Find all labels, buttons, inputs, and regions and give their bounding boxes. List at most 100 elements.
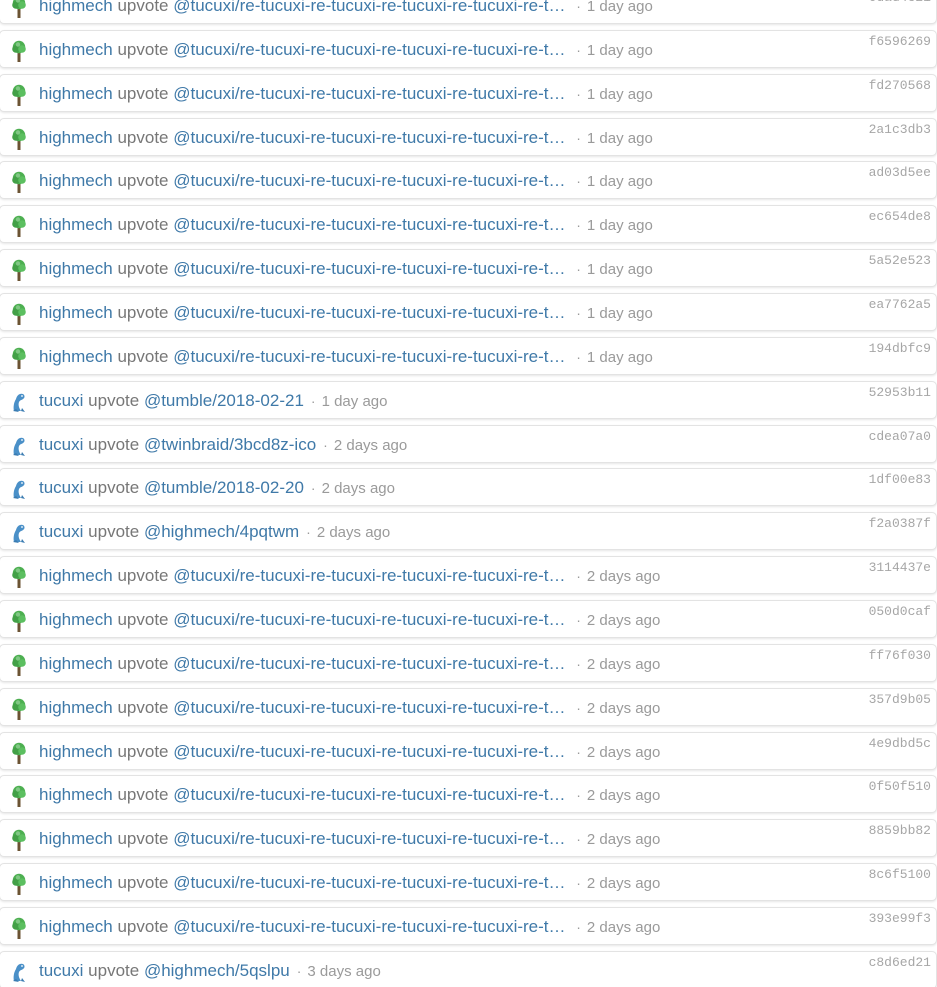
- post-link[interactable]: @tucuxi/re-tucuxi-re-tucuxi-re-tucuxi-re…: [173, 39, 569, 61]
- post-link[interactable]: @tucuxi/re-tucuxi-re-tucuxi-re-tucuxi-re…: [173, 565, 569, 587]
- timestamp: 1 day ago: [586, 305, 653, 323]
- post-link[interactable]: @tucuxi/re-tucuxi-re-tucuxi-re-tucuxi-re…: [173, 258, 569, 280]
- post-link[interactable]: @tucuxi/re-tucuxi-re-tucuxi-re-tucuxi-re…: [173, 828, 569, 850]
- tree-avatar-icon[interactable]: [10, 873, 28, 896]
- transaction-hash[interactable]: 3114437e: [869, 560, 931, 575]
- transaction-hash[interactable]: cdea07a0: [869, 429, 931, 444]
- account-link[interactable]: tucuxi: [39, 522, 83, 541]
- timestamp: 2 days ago: [586, 655, 661, 673]
- transaction-hash[interactable]: 050d0caf: [869, 604, 931, 619]
- transaction-hash[interactable]: 5a52e523: [869, 253, 931, 268]
- tree-avatar-icon[interactable]: [10, 698, 28, 720]
- tree-avatar-icon[interactable]: [10, 917, 28, 940]
- account-link[interactable]: tucuxi: [39, 478, 83, 497]
- tree-avatar-icon[interactable]: [10, 610, 28, 633]
- post-link[interactable]: @tucuxi/re-tucuxi-re-tucuxi-re-tucuxi-re…: [173, 0, 569, 17]
- transaction-hash[interactable]: 6dad4c21: [869, 0, 931, 5]
- action-label: upvote: [117, 697, 169, 717]
- tree-avatar-icon[interactable]: [10, 566, 28, 589]
- post-link[interactable]: @tucuxi/re-tucuxi-re-tucuxi-re-tucuxi-re…: [173, 697, 569, 719]
- account-link[interactable]: tucuxi: [39, 435, 83, 454]
- account-link[interactable]: highmech: [39, 215, 113, 234]
- tree-avatar-icon[interactable]: [10, 84, 28, 106]
- post-link[interactable]: @tucuxi/re-tucuxi-re-tucuxi-re-tucuxi-re…: [173, 127, 569, 149]
- dolphin-avatar-icon[interactable]: [10, 478, 28, 500]
- tree-avatar-icon[interactable]: [10, 40, 28, 62]
- transaction-hash[interactable]: ff76f030: [869, 648, 931, 663]
- tree-avatar-icon[interactable]: [10, 347, 28, 369]
- transaction-hash[interactable]: fd270568: [869, 78, 931, 93]
- tree-avatar-icon[interactable]: [10, 0, 28, 18]
- tree-avatar-icon[interactable]: [10, 215, 28, 238]
- post-link[interactable]: @tucuxi/re-tucuxi-re-tucuxi-re-tucuxi-re…: [173, 653, 569, 675]
- account-link[interactable]: highmech: [39, 347, 113, 366]
- post-link[interactable]: @tucuxi/re-tucuxi-re-tucuxi-re-tucuxi-re…: [173, 83, 569, 105]
- transaction-hash[interactable]: c8d6ed21: [869, 955, 931, 970]
- account-link[interactable]: highmech: [39, 566, 113, 585]
- post-link[interactable]: @tucuxi/re-tucuxi-re-tucuxi-re-tucuxi-re…: [173, 872, 569, 894]
- transaction-hash[interactable]: 2a1c3db3: [869, 122, 931, 137]
- transaction-hash[interactable]: ec654de8: [869, 209, 931, 224]
- separator-dot: ·: [310, 392, 316, 409]
- account-link[interactable]: highmech: [39, 785, 113, 804]
- transaction-hash[interactable]: 0f50f510: [869, 779, 931, 794]
- account-link[interactable]: highmech: [39, 259, 113, 278]
- account-link[interactable]: highmech: [39, 40, 113, 59]
- transaction-hash[interactable]: 8c6f5100: [869, 867, 931, 882]
- post-link[interactable]: @tucuxi/re-tucuxi-re-tucuxi-re-tucuxi-re…: [173, 214, 569, 236]
- dolphin-avatar-icon[interactable]: [10, 391, 28, 413]
- tree-avatar-icon[interactable]: [10, 171, 28, 194]
- transaction-hash[interactable]: 194dbfc9: [869, 341, 931, 356]
- separator-dot: ·: [576, 41, 581, 58]
- post-link[interactable]: @tucuxi/re-tucuxi-re-tucuxi-re-tucuxi-re…: [173, 170, 569, 192]
- account-link[interactable]: highmech: [39, 128, 113, 147]
- transaction-hash[interactable]: ad03d5ee: [869, 165, 931, 180]
- transaction-hash[interactable]: ea7762a5: [869, 297, 931, 312]
- transaction-hash[interactable]: 4e9dbd5c: [869, 736, 931, 751]
- tree-avatar-icon[interactable]: [10, 654, 28, 676]
- transaction-hash[interactable]: 8859bb82: [869, 823, 931, 838]
- tree-avatar-icon[interactable]: [10, 785, 28, 808]
- account-link[interactable]: highmech: [39, 84, 113, 103]
- account-link[interactable]: highmech: [39, 303, 113, 322]
- account-link[interactable]: highmech: [39, 829, 113, 848]
- post-link[interactable]: @tucuxi/re-tucuxi-re-tucuxi-re-tucuxi-re…: [173, 916, 569, 938]
- account-link[interactable]: tucuxi: [39, 391, 83, 410]
- dolphin-avatar-icon[interactable]: [10, 961, 28, 983]
- transaction-hash[interactable]: 393e99f3: [869, 911, 931, 926]
- post-link[interactable]: @tumble/2018-02-20: [144, 477, 304, 499]
- tree-avatar-icon[interactable]: [10, 829, 28, 852]
- tree-avatar-icon[interactable]: [10, 259, 28, 282]
- account-link[interactable]: highmech: [39, 873, 113, 892]
- account-link[interactable]: tucuxi: [39, 961, 83, 980]
- account-link[interactable]: highmech: [39, 917, 113, 936]
- transaction-hash[interactable]: f6596269: [869, 34, 931, 49]
- post-link[interactable]: @tucuxi/re-tucuxi-re-tucuxi-re-tucuxi-re…: [173, 784, 569, 806]
- transaction-hash[interactable]: 1df00e83: [869, 472, 931, 487]
- dolphin-avatar-icon[interactable]: [10, 522, 28, 544]
- timestamp: 1 day ago: [586, 261, 653, 279]
- account-link[interactable]: highmech: [39, 654, 113, 673]
- dolphin-avatar-icon[interactable]: [10, 435, 28, 457]
- post-link[interactable]: @highmech/5qslpu: [144, 960, 290, 982]
- account-link[interactable]: highmech: [39, 698, 113, 717]
- post-link[interactable]: @tucuxi/re-tucuxi-re-tucuxi-re-tucuxi-re…: [173, 609, 569, 631]
- transaction-hash[interactable]: 52953b11: [869, 385, 931, 400]
- tree-avatar-icon[interactable]: [10, 128, 28, 150]
- tree-avatar-icon[interactable]: [10, 303, 28, 326]
- account-link[interactable]: highmech: [39, 0, 113, 15]
- activity-line: highmech upvote @tucuxi/re-tucuxi-re-tuc…: [39, 346, 653, 369]
- separator-dot: ·: [576, 305, 581, 322]
- account-link[interactable]: highmech: [39, 171, 113, 190]
- account-link[interactable]: highmech: [39, 742, 113, 761]
- post-link[interactable]: @tucuxi/re-tucuxi-re-tucuxi-re-tucuxi-re…: [173, 346, 569, 368]
- post-link[interactable]: @tucuxi/re-tucuxi-re-tucuxi-re-tucuxi-re…: [173, 741, 569, 763]
- post-link[interactable]: @highmech/4pqtwm: [144, 521, 299, 543]
- post-link[interactable]: @tumble/2018-02-21: [144, 390, 304, 412]
- tree-avatar-icon[interactable]: [10, 742, 28, 764]
- post-link[interactable]: @twinbraid/3bcd8z-ico: [144, 434, 316, 456]
- account-link[interactable]: highmech: [39, 610, 113, 629]
- transaction-hash[interactable]: 357d9b05: [869, 692, 931, 707]
- post-link[interactable]: @tucuxi/re-tucuxi-re-tucuxi-re-tucuxi-re…: [173, 302, 569, 324]
- transaction-hash[interactable]: f2a0387f: [869, 516, 931, 531]
